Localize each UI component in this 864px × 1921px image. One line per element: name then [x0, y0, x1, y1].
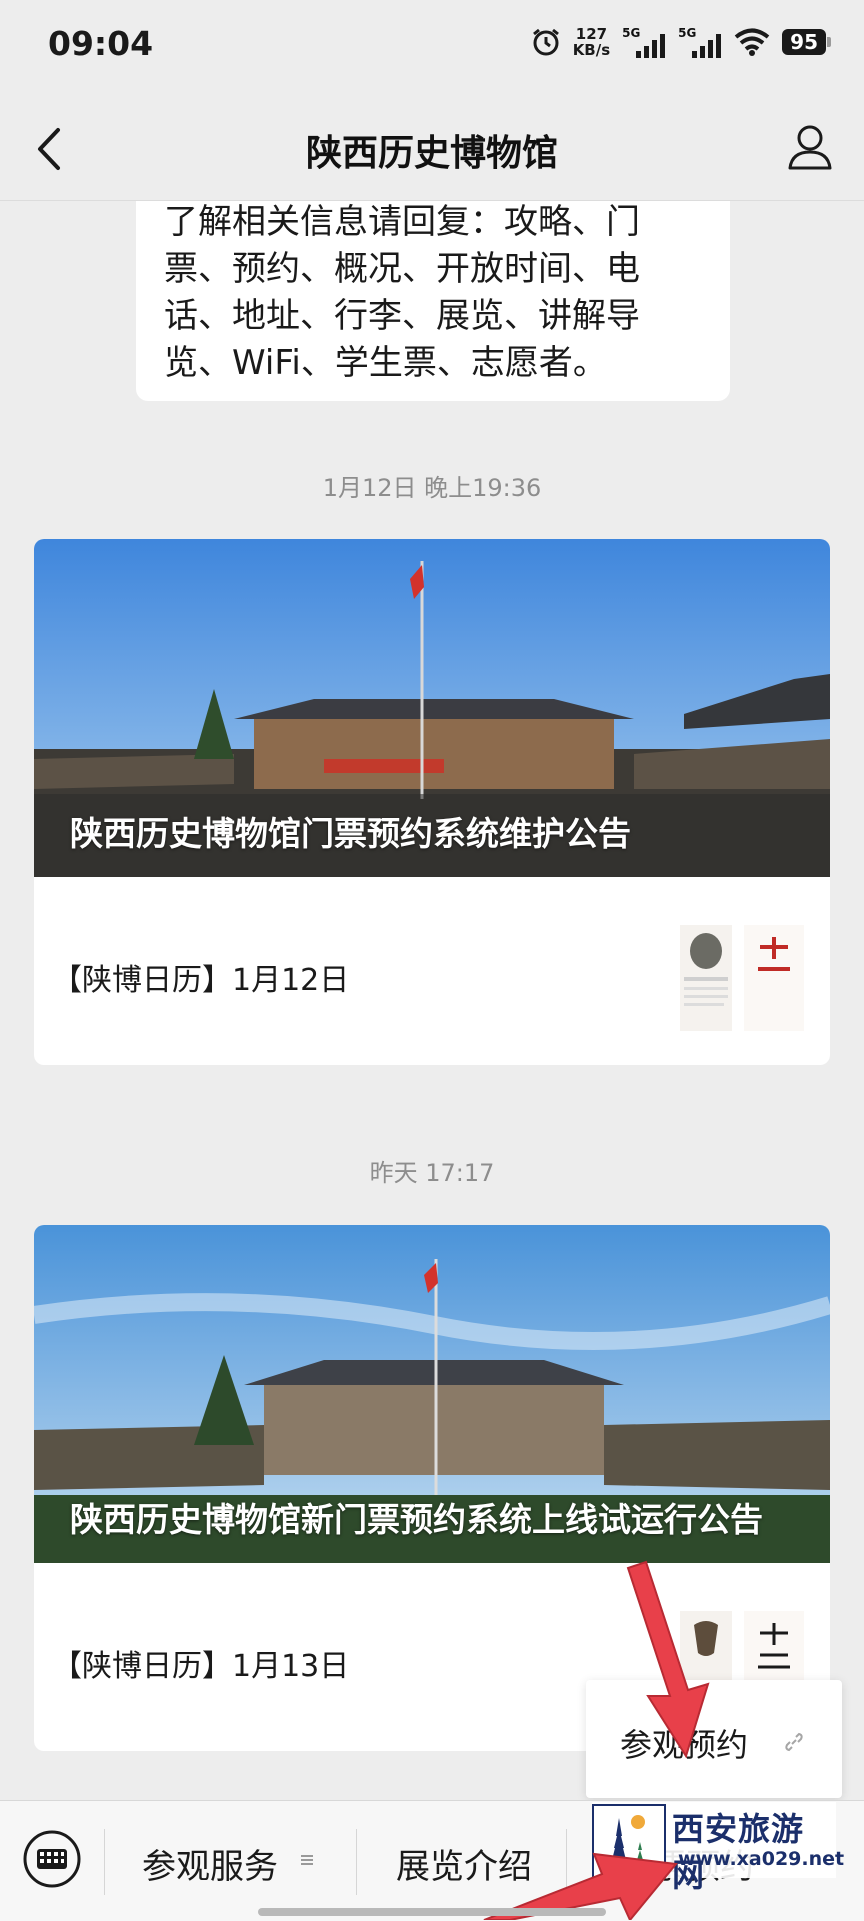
- reply-line: 了解相关信息请回复：攻略、门: [164, 202, 640, 242]
- page-title: 陕西历史博物馆: [305, 133, 558, 174]
- home-indicator: [258, 1908, 606, 1916]
- article-cover[interactable]: 陕西历史博物馆新门票预约系统上线试运行公告: [34, 1225, 830, 1563]
- reply-line: 票、预约、概况、开放时间、电: [164, 249, 640, 289]
- message-timestamp: 1月12日 晚上19:36: [322, 474, 542, 502]
- menu-divider: [356, 1829, 357, 1895]
- article-thumbnail: [680, 925, 804, 1031]
- profile-icon[interactable]: [786, 122, 834, 172]
- link-icon: [785, 1732, 803, 1752]
- message-timestamp: 昨天 17:17: [369, 1159, 495, 1187]
- battery-indicator: 95: [782, 29, 831, 55]
- signal-indicator-2: 5G: [678, 26, 722, 58]
- nav-bar: 陕西历史博物馆: [0, 96, 864, 201]
- net-speed-unit: KB/s: [572, 41, 611, 59]
- article-card: 陕西历史博物馆门票预约系统维护公告 【陕博日历】1月12日: [34, 539, 830, 1065]
- reply-message-bubble: 了解相关信息请回复：攻略、门 票、预约、概况、开放时间、电 话、地址、行李、展览…: [136, 201, 730, 401]
- article-cover-title: 陕西历史博物馆门票预约系统维护公告: [70, 814, 631, 853]
- reply-line: 览、WiFi、学生票、志愿者。: [164, 343, 607, 383]
- menu-visit-services[interactable]: 参观服务: [142, 1839, 278, 1888]
- keyboard-icon[interactable]: [22, 1829, 82, 1889]
- watermark-url: www.xa029.net: [678, 1848, 845, 1870]
- article-cover-title: 陕西历史博物馆新门票预约系统上线试运行公告: [70, 1500, 763, 1539]
- net-speed-value: 127: [575, 25, 608, 43]
- status-bar: 09:04 127 KB/s 5G 5G 95: [0, 0, 864, 96]
- menu-icon: [301, 1855, 313, 1865]
- article-sub-title: 【陕博日历】1月13日: [52, 1649, 350, 1684]
- article-cover[interactable]: 陕西历史博物馆门票预约系统维护公告: [34, 539, 830, 877]
- article-sub-title: 【陕博日历】1月12日: [52, 963, 350, 998]
- net-speed: 127 KB/s: [573, 26, 610, 58]
- arrow-annotation-icon: [626, 1560, 710, 1759]
- signal-icon: [636, 34, 666, 58]
- article-sub-item[interactable]: 【陕博日历】1月12日: [34, 877, 830, 1065]
- status-icons: 127 KB/s 5G 5G 95: [531, 26, 831, 58]
- status-time: 09:04: [48, 24, 154, 63]
- signal-indicator-1: 5G: [622, 26, 666, 58]
- chat-area: 了解相关信息请回复：攻略、门 票、预约、概况、开放时间、电 话、地址、行李、展览…: [0, 201, 864, 1797]
- alarm-icon: [532, 28, 559, 56]
- menu-divider: [104, 1829, 105, 1895]
- wifi-icon: [734, 28, 770, 56]
- signal-icon: [692, 34, 722, 58]
- reply-line: 话、地址、行李、展览、讲解导: [164, 296, 640, 336]
